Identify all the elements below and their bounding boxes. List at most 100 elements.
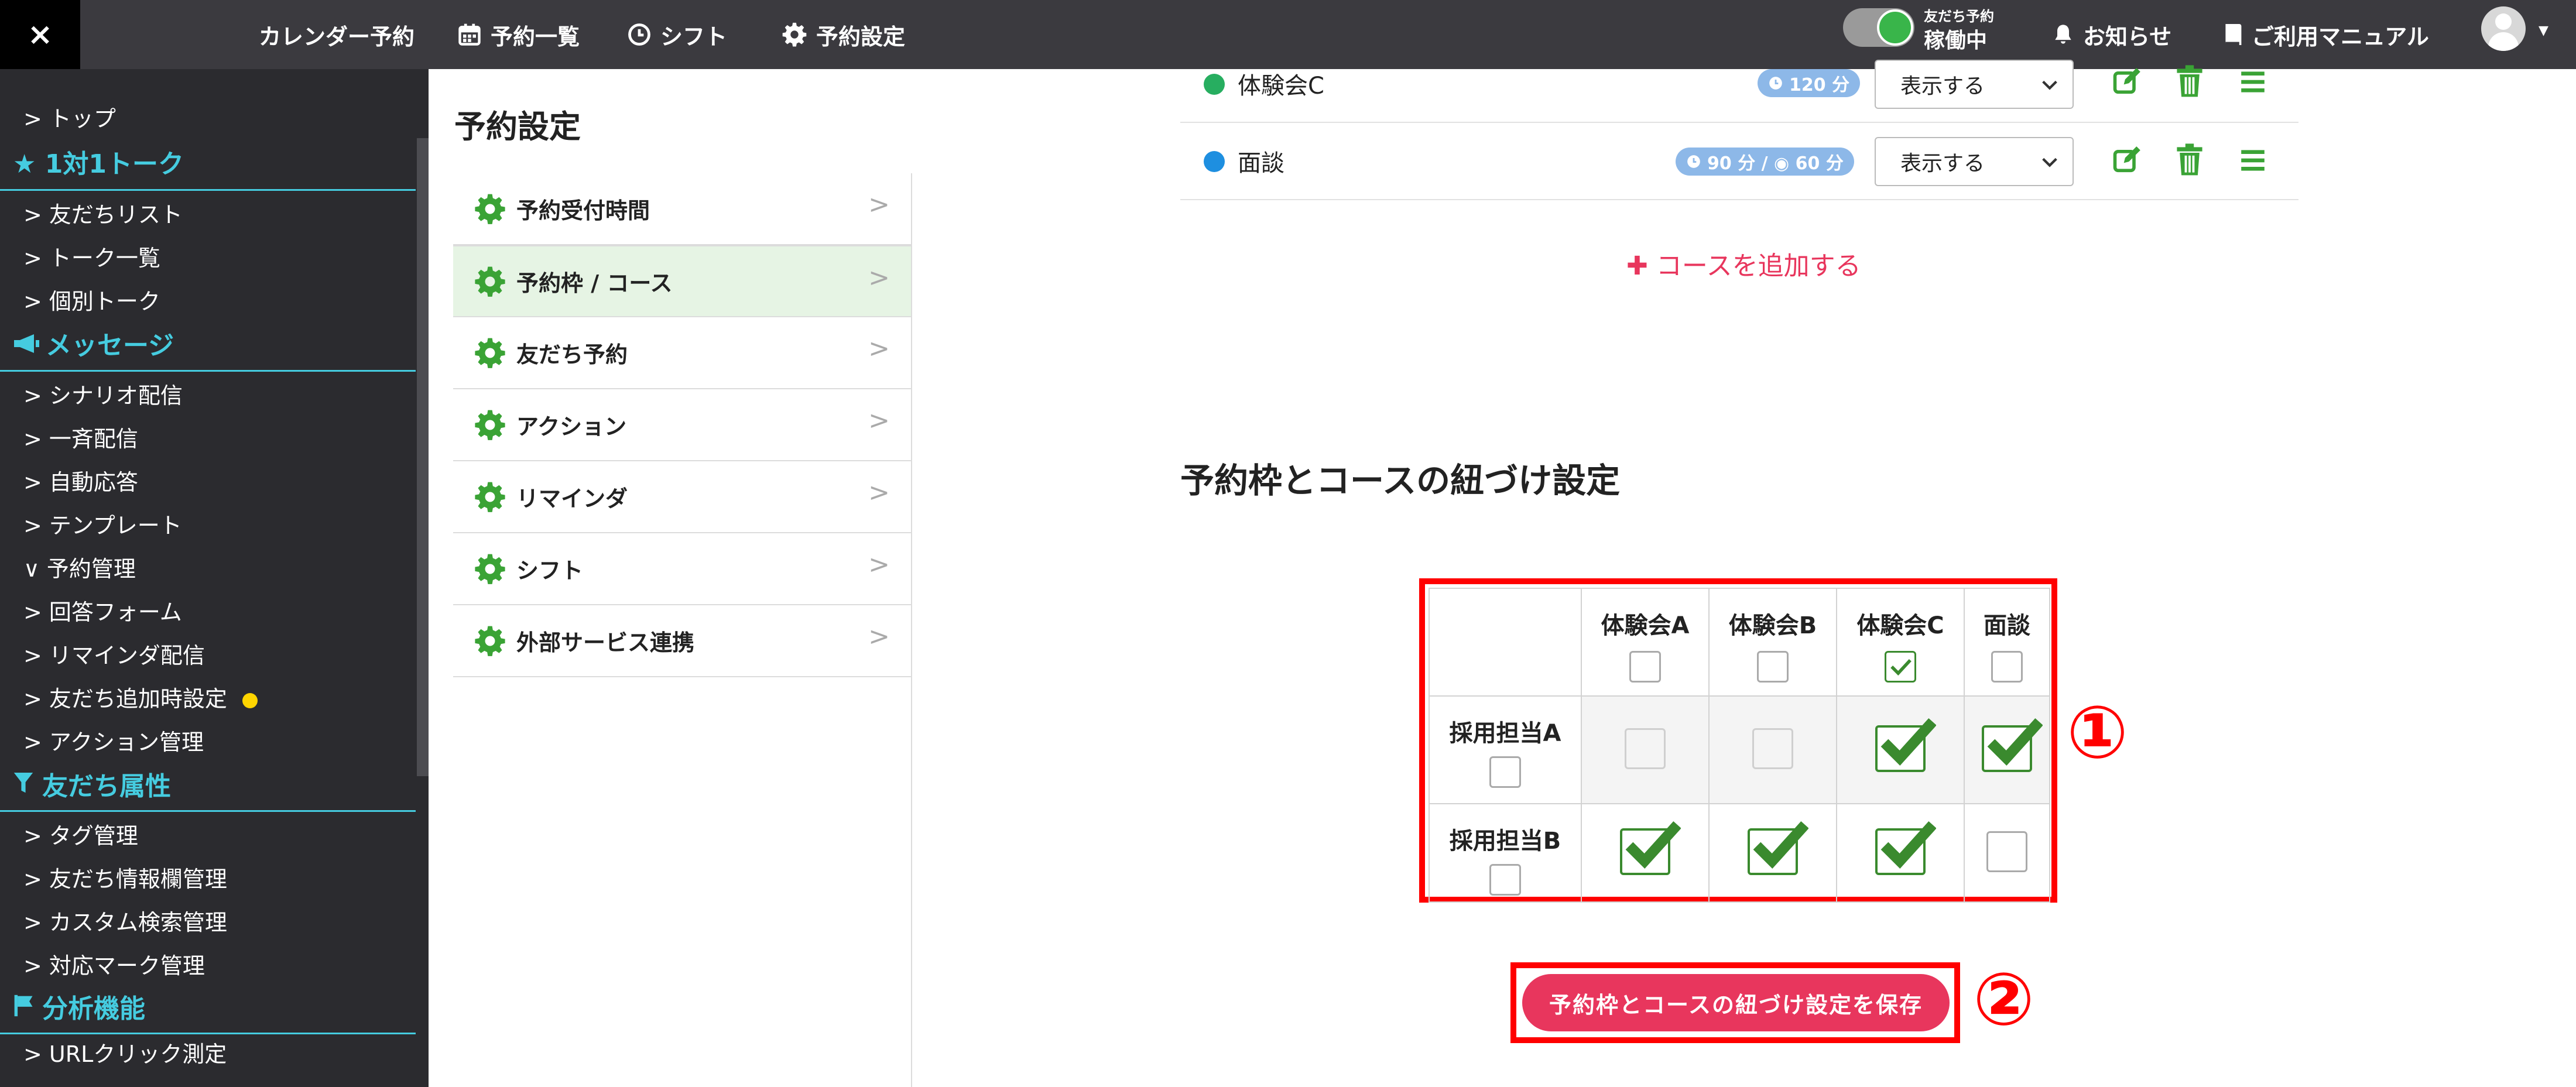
edit-icon[interactable]: [2111, 67, 2142, 97]
close-menu-button[interactable]: ×: [0, 0, 80, 69]
course-name: 体験会C: [1238, 73, 1324, 100]
nav-shift-label: シフト: [660, 23, 728, 50]
sidebar-item-friend-list[interactable]: > 友だちリスト: [23, 197, 183, 229]
edit-icon[interactable]: [2111, 145, 2142, 176]
sidebar-item-action-management[interactable]: > アクション管理: [23, 724, 204, 756]
flag-icon: [14, 995, 33, 1017]
sidebar-item-broadcast[interactable]: > 一斉配信: [23, 421, 138, 453]
sidebar: > トップ ★ 1対1トーク > 友だちリスト > トーク一覧 > 個別トーク …: [0, 69, 429, 1087]
sidebar-item-reminder[interactable]: > リマインダ配信: [23, 637, 205, 670]
sidebar-item-individual-talk[interactable]: > 個別トーク: [23, 283, 160, 316]
avatar[interactable]: [2481, 6, 2526, 51]
nav-shift[interactable]: シフト: [626, 0, 727, 69]
trash-icon[interactable]: [2176, 64, 2204, 98]
column-label: 面談: [1984, 612, 2030, 639]
course-color-dot: [1204, 151, 1225, 172]
menu-item-label: リマインダ: [516, 486, 628, 512]
column-header: 体験会B: [1708, 588, 1837, 697]
drag-handle-icon[interactable]: [2240, 148, 2266, 173]
menu-item-action[interactable]: アクション >: [453, 389, 911, 461]
link-checkbox-checked[interactable]: [1748, 821, 1808, 875]
link-cell: [1836, 803, 1965, 903]
column-label: 体験会A: [1601, 612, 1690, 639]
gear-icon: [782, 22, 807, 47]
chevron-right-icon: >: [868, 622, 890, 651]
visibility-select[interactable]: 表示する: [1875, 137, 2074, 186]
sidebar-item-tag[interactable]: > タグ管理: [23, 818, 138, 850]
booking-status-toggle[interactable]: [1843, 8, 1914, 47]
sidebar-divider: [0, 370, 416, 372]
checkmark-icon: [1625, 821, 1681, 869]
column-checkbox[interactable]: [1991, 651, 2023, 683]
nav-booking-settings[interactable]: 予約設定: [781, 0, 905, 69]
sidebar-item-custom-search[interactable]: > カスタム検索管理: [23, 904, 227, 937]
menu-item-reminder[interactable]: リマインダ >: [453, 461, 911, 533]
column-checkbox[interactable]: [1757, 651, 1789, 683]
nav-booking-list[interactable]: 予約一覧: [457, 0, 580, 69]
duration-badge: 120 分: [1758, 69, 1861, 97]
link-checkbox-checked[interactable]: [1982, 718, 2043, 772]
save-link-settings-button[interactable]: 予約枠とコースの紐づけ設定を保存: [1522, 974, 1950, 1031]
manual-label: ご利用マニュアル: [2252, 23, 2429, 50]
chevron-down-icon[interactable]: ▼: [2539, 23, 2548, 38]
column-header: 面談: [1964, 588, 2050, 697]
column-header: 体験会A: [1581, 588, 1710, 697]
calendar-icon: [458, 23, 481, 46]
row-checkbox[interactable]: [1489, 864, 1521, 896]
link-cell: [1836, 695, 1965, 804]
sidebar-item-talk-list[interactable]: > トーク一覧: [23, 240, 160, 272]
sidebar-item-scenario[interactable]: > シナリオ配信: [23, 378, 183, 410]
sidebar-item-auto-reply[interactable]: > 自動応答: [23, 464, 138, 496]
sidebar-item-mark[interactable]: > 対応マーク管理: [23, 948, 205, 980]
clock-icon: [1687, 155, 1700, 168]
menu-item-friend-booking[interactable]: 友だち予約 >: [453, 317, 911, 389]
annotation-marker-2: ②: [1973, 958, 2034, 1042]
book-icon: [2225, 24, 2242, 45]
link-cell: [1708, 695, 1837, 804]
nav-calendar-booking[interactable]: カレンダー予約: [259, 0, 415, 69]
visibility-select[interactable]: 表示する: [1875, 60, 2074, 109]
nav-calendar-booking-label: カレンダー予約: [259, 23, 415, 50]
link-checkbox-checked[interactable]: [1875, 821, 1936, 875]
bell-icon: [2055, 25, 2071, 44]
sidebar-item-friend-add-settings[interactable]: > 友だち追加時設定: [23, 681, 258, 713]
menu-item-external-service[interactable]: 外部サービス連携 >: [453, 605, 911, 677]
link-checkbox[interactable]: [1986, 831, 2027, 872]
sidebar-category-analytics-label: 分析機能: [42, 994, 145, 1024]
trash-icon[interactable]: [2176, 143, 2204, 177]
column-label: 体験会B: [1728, 612, 1817, 639]
link-checkbox-checked[interactable]: [1875, 718, 1936, 772]
visibility-select-value: 表示する: [1900, 74, 1985, 98]
sidebar-item-template[interactable]: > テンプレート: [23, 508, 182, 540]
toggle-caption: 友だち予約: [1924, 8, 1994, 25]
column-checkbox[interactable]: [1629, 651, 1661, 683]
annotation-marker-1: ①: [2067, 691, 2128, 775]
menu-item-shift[interactable]: シフト >: [453, 533, 911, 605]
notification-dot: [242, 692, 258, 708]
link-checkbox-checked[interactable]: [1620, 821, 1681, 875]
row-header: 採用担当B: [1429, 803, 1582, 903]
clock-icon: [628, 23, 650, 46]
column-checkbox[interactable]: [1885, 651, 1916, 683]
menu-item-reception-time[interactable]: 予約受付時間 >: [453, 173, 911, 245]
sidebar-scrollbar[interactable]: [417, 138, 429, 776]
menu-item-slot-course[interactable]: 予約枠 / コース >: [453, 245, 911, 317]
sidebar-item-url-click[interactable]: > URLクリック測定: [23, 1036, 227, 1068]
sidebar-item-answer-form[interactable]: > 回答フォーム: [23, 594, 182, 626]
drag-handle-icon[interactable]: [2240, 69, 2266, 95]
chevron-right-icon: >: [868, 478, 890, 508]
gear-icon: [475, 554, 505, 584]
menu-item-label: 予約枠 / コース: [516, 270, 673, 296]
sidebar-item-booking-management[interactable]: ∨ 予約管理: [23, 551, 136, 583]
link-cell: [1708, 803, 1837, 903]
sidebar-item-friend-info[interactable]: > 友だち情報欄管理: [23, 861, 227, 893]
sidebar-category-analytics: 分析機能: [13, 987, 145, 1025]
megaphone-icon: [14, 334, 39, 353]
checkmark-icon: [1890, 659, 1912, 676]
toggle-knob: [1877, 9, 1913, 46]
nav-booking-list-label: 予約一覧: [491, 23, 580, 50]
row-checkbox[interactable]: [1489, 756, 1521, 788]
add-course-button[interactable]: ✚ コースを追加する: [1626, 245, 1861, 282]
checkmark-icon: [1753, 821, 1808, 869]
sidebar-item-top[interactable]: > トップ: [23, 101, 116, 133]
